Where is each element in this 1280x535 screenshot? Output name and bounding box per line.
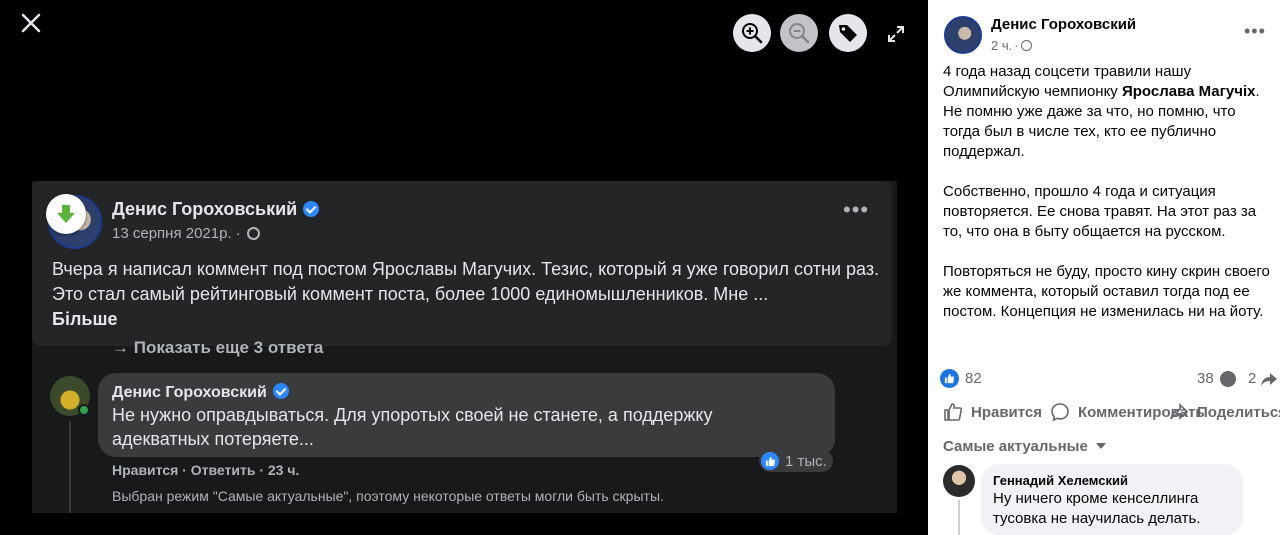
zoom-in-button[interactable] [733, 14, 771, 52]
zoom-in-icon [742, 23, 763, 44]
fullscreen-icon [888, 26, 904, 42]
download-badge [46, 194, 86, 234]
author-avatar[interactable] [944, 16, 982, 54]
share-count[interactable]: 2 [1248, 370, 1256, 387]
embedded-show-more-replies: → Показать еще 3 ответа [112, 338, 324, 357]
close-button[interactable] [18, 10, 44, 36]
embedded-post: Денис Гороховський 13 серпня 2021р. · ••… [32, 181, 892, 346]
comment-count[interactable]: 38 [1197, 370, 1214, 387]
comment-bubble: Геннадий Хелемский Ну ничего кроме кенсе… [981, 464, 1243, 535]
like-reaction-icon [761, 452, 779, 470]
embedded-author: Денис Гороховський [112, 199, 320, 220]
tag-icon [839, 25, 857, 42]
globe-icon [1020, 40, 1032, 51]
mention-link[interactable]: Ярослава Магучiх [1122, 83, 1255, 100]
comment-text: Ну ничего кроме кенселлинга тусовка не н… [993, 490, 1201, 527]
post-options-button[interactable]: ••• [1244, 22, 1266, 40]
commenter-avatar[interactable] [943, 465, 975, 497]
share-icon [1170, 403, 1189, 420]
embedded-date: 13 серпня 2021р. · [112, 225, 260, 242]
verified-badge-icon [303, 201, 320, 217]
verified-badge-icon [272, 383, 289, 399]
caret-down-icon [1095, 443, 1106, 449]
online-status-icon [78, 404, 90, 416]
embedded-post-text: Вчера я написал коммент под постом Яросл… [52, 257, 892, 332]
embedded-comment-text: Не нужно оправдываться. Для упоротых сво… [112, 405, 713, 449]
share-arrow-icon [1261, 373, 1277, 386]
share-button[interactable]: Поделиться [1169, 402, 1280, 422]
zoom-out-icon [789, 23, 810, 44]
post-time[interactable]: 2 ч. [991, 38, 1012, 53]
comment-bubble-icon [1220, 371, 1236, 387]
photo-viewer: Денис Гороховський 13 серпня 2021р. · ••… [0, 0, 928, 535]
thread-line [69, 421, 71, 513]
comment-icon [1051, 403, 1069, 422]
fullscreen-button[interactable] [886, 24, 906, 44]
like-button[interactable]: Нравится [943, 402, 1042, 422]
embedded-comment-bubble: Денис Гороховский Не нужно оправдываться… [98, 373, 835, 457]
embedded-more-icon: ••• [843, 197, 870, 222]
photo-image: Денис Гороховський 13 серпня 2021р. · ••… [32, 181, 897, 513]
comment-sort-dropdown[interactable]: Самые актуальные [943, 438, 1106, 455]
like-reaction-icon [940, 369, 959, 388]
post-author[interactable]: Денис Гороховский [991, 16, 1136, 33]
post-stats: 82 38 2 [940, 368, 1280, 390]
embedded-comment-author: Денис Гороховский [112, 383, 289, 402]
embedded-filter-note: Выбран режим "Самые актуальные", поэтому… [112, 488, 664, 504]
embedded-comment-reactions: 1 тыс. [759, 450, 833, 472]
embedded-more-link: Більше [52, 309, 118, 329]
close-icon [21, 13, 41, 33]
tag-button[interactable] [829, 14, 867, 52]
post-timestamp: 2 ч. · [991, 38, 1032, 53]
post-actions: Нравится Комментировать Поделиться [943, 400, 1280, 426]
photo-viewer-page: Денис Гороховський 13 серпня 2021р. · ••… [0, 0, 1280, 535]
comment-author[interactable]: Геннадий Хелемский [993, 473, 1128, 488]
like-count[interactable]: 82 [965, 370, 982, 387]
post-text: 4 года назад соцсети травили нашу Олимпи… [943, 63, 1270, 320]
thread-line [958, 500, 960, 535]
download-arrow-icon [57, 205, 75, 223]
zoom-out-button[interactable] [780, 14, 818, 52]
globe-icon [246, 227, 260, 240]
embedded-comment-actions: Нравится · Ответить · 23 ч. [112, 462, 300, 478]
post-panel: Денис Гороховский 2 ч. · ••• 4 года назад… [928, 0, 1280, 535]
thumbs-up-icon [944, 403, 963, 421]
